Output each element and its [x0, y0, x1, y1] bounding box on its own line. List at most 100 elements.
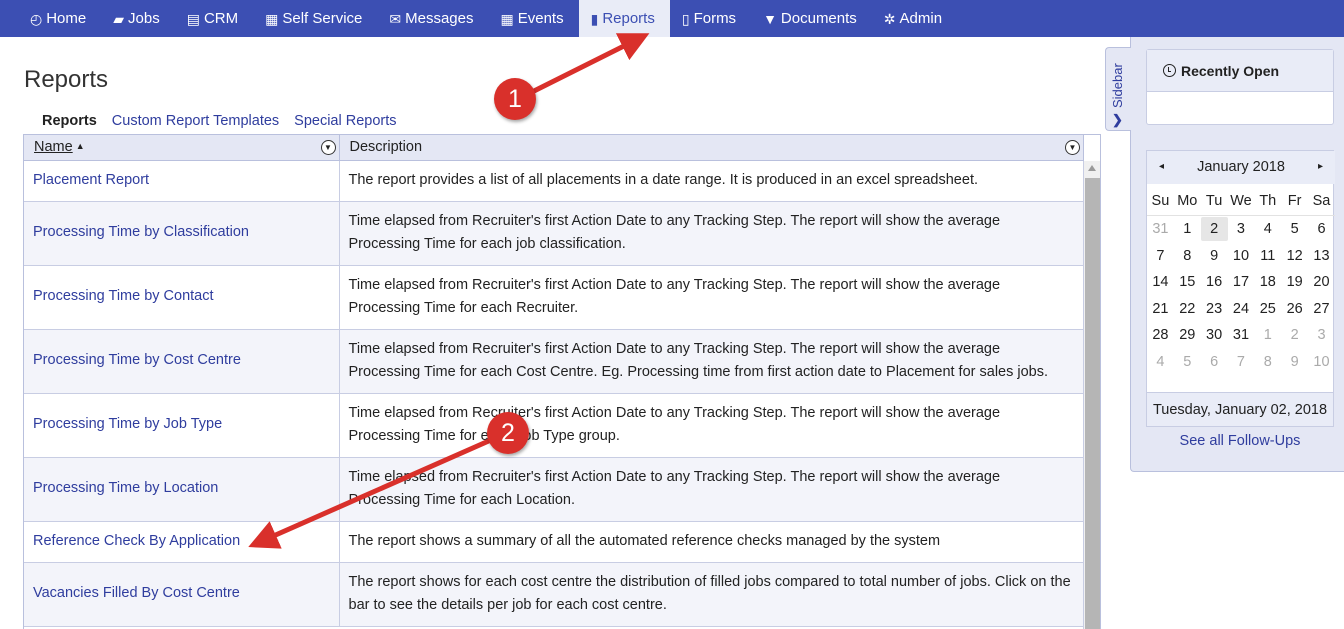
subtab-reports[interactable]: Reports — [42, 113, 97, 129]
nav-jobs[interactable]: ▰ Jobs — [101, 0, 174, 37]
calendar-day[interactable]: 9 — [1281, 354, 1308, 370]
calendar-day[interactable]: 8 — [1174, 248, 1201, 264]
nav-forms[interactable]: ▯ Forms — [670, 0, 751, 37]
calendar-day[interactable]: 17 — [1228, 274, 1255, 290]
calendar-day[interactable]: 30 — [1201, 327, 1228, 343]
calendar-day[interactable]: 23 — [1201, 301, 1228, 317]
calendar-day[interactable]: 15 — [1174, 274, 1201, 290]
calendar-day[interactable]: 7 — [1147, 248, 1174, 264]
report-link[interactable]: Processing Time by Contact — [33, 288, 214, 304]
calendar-day[interactable]: 9 — [1201, 248, 1228, 264]
nav-self-service[interactable]: ▦ Self Service — [253, 0, 377, 37]
calendar-day[interactable]: 2 — [1200, 217, 1228, 242]
nav-reports[interactable]: ▮ Reports — [578, 0, 670, 37]
recently-open-title: Recently Open — [1181, 62, 1280, 79]
funnel-icon: ▼ — [763, 10, 777, 27]
report-link[interactable]: Processing Time by Job Type — [33, 416, 222, 432]
subtab-custom-report-templates[interactable]: Custom Report Templates — [112, 113, 279, 129]
nav-messages[interactable]: ✉ Messages — [377, 0, 488, 37]
calendar-day[interactable]: 4 — [1254, 221, 1281, 237]
report-link[interactable]: Processing Time by Cost Centre — [33, 352, 241, 368]
filter-description-icon[interactable]: ▼ — [1065, 140, 1080, 155]
nav-events[interactable]: ▦ Events — [489, 0, 579, 37]
calendar-day[interactable]: 3 — [1308, 327, 1335, 343]
column-header-description: Description ▼ — [339, 135, 1084, 161]
calendar-day[interactable]: 31 — [1147, 221, 1174, 237]
calendar-day[interactable]: 10 — [1228, 248, 1255, 264]
calendar-day[interactable]: 5 — [1281, 221, 1308, 237]
calendar-day[interactable]: 11 — [1254, 248, 1281, 264]
nav-admin[interactable]: ✲ Admin — [872, 0, 957, 37]
report-link[interactable]: Processing Time by Classification — [33, 224, 249, 240]
calendar-day[interactable]: 1 — [1174, 221, 1201, 237]
recently-open-header: Recently Open — [1147, 50, 1333, 92]
nav-crm[interactable]: ▤ CRM — [175, 0, 253, 37]
calendar-day[interactable]: 10 — [1308, 354, 1335, 370]
report-name-cell: Processing Time by Cost Centre — [24, 329, 340, 394]
report-link[interactable]: Placement Report — [33, 172, 149, 188]
calendar-selected-date: Tuesday, January 02, 2018 — [1147, 392, 1333, 426]
calendar-day[interactable]: 16 — [1201, 274, 1228, 290]
calendar-day[interactable]: 12 — [1281, 248, 1308, 264]
calendar-week-row: 21 22 23 24 25 26 27 — [1147, 296, 1335, 323]
page-title: Reports — [24, 66, 109, 93]
see-all-followups-link[interactable]: See all Follow-Ups — [1146, 433, 1334, 449]
calendar-day[interactable]: 13 — [1308, 248, 1335, 264]
sort-by-name-link[interactable]: Name — [34, 139, 73, 155]
sidebar-toggle-tab[interactable]: Sidebar ❯ — [1105, 47, 1131, 131]
weekday-label: Tu — [1205, 192, 1223, 209]
calendar-day[interactable]: 7 — [1228, 354, 1255, 370]
calendar-day[interactable]: 26 — [1281, 301, 1308, 317]
calendar-week-row: 14 15 16 17 18 19 20 — [1147, 269, 1335, 296]
report-name-cell: Processing Time by Location — [24, 457, 340, 522]
folder-icon: ▰ — [113, 10, 125, 27]
report-name-cell: Vacancies Filled By Cost Centre — [24, 562, 340, 627]
sort-ascending-icon: ▲ — [75, 141, 85, 152]
mini-calendar: ◂ January 2018 ▸ Su Mo Tu We Th Fr Sa 31 1 2 3 4 5 6 7… — [1146, 150, 1335, 427]
scrollbar-thumb[interactable] — [1085, 178, 1100, 629]
next-month-arrow-icon[interactable]: ▸ — [1318, 161, 1323, 172]
report-link[interactable]: Processing Time by Location — [33, 480, 218, 496]
annotation-arrow-1 — [517, 33, 650, 101]
calendar-day[interactable]: 6 — [1308, 221, 1335, 237]
nav-documents[interactable]: ▼ Documents — [751, 0, 872, 37]
calendar-day[interactable]: 31 — [1228, 327, 1255, 343]
calendar-day[interactable]: 20 — [1308, 274, 1335, 290]
calendar-month-label: January 2018 — [1197, 159, 1285, 175]
reports-table-container: Name ▲ ▼ Description ▼ Placement Report Th… — [23, 134, 1101, 629]
calendar-day[interactable]: 28 — [1147, 327, 1174, 343]
calendar-day[interactable]: 1 — [1254, 327, 1281, 343]
calendar-day[interactable]: 24 — [1228, 301, 1255, 317]
calendar-day[interactable]: 8 — [1254, 354, 1281, 370]
sidebar-toggle-label: Sidebar — [1110, 63, 1125, 108]
calendar-day[interactable]: 5 — [1174, 354, 1201, 370]
nav-label: Jobs — [128, 10, 160, 27]
report-link[interactable]: Vacancies Filled By Cost Centre — [33, 585, 240, 601]
column-header-name[interactable]: Name ▲ ▼ — [24, 135, 340, 161]
calendar-day[interactable]: 19 — [1281, 274, 1308, 290]
calendar-day[interactable]: 27 — [1308, 301, 1335, 317]
filter-name-icon[interactable]: ▼ — [320, 140, 336, 155]
table-vertical-scrollbar[interactable] — [1083, 161, 1100, 629]
calendar-day[interactable]: 6 — [1201, 354, 1228, 370]
calendar-day[interactable]: 2 — [1281, 327, 1308, 343]
calendar-day[interactable]: 25 — [1254, 301, 1281, 317]
report-description-cell: The report shows for each cost centre th… — [339, 562, 1084, 627]
calendar-day[interactable]: 4 — [1147, 354, 1174, 370]
calendar-day[interactable]: 22 — [1174, 301, 1201, 317]
calendar-day[interactable]: 21 — [1147, 301, 1174, 317]
table-row: Processing Time by Contact Time elapsed f… — [24, 265, 1084, 330]
subtab-special-reports[interactable]: Special Reports — [294, 113, 396, 129]
calendar-day[interactable]: 3 — [1228, 221, 1255, 237]
calendar-day[interactable]: 18 — [1254, 274, 1281, 290]
nav-home[interactable]: ◴ Home — [18, 0, 101, 37]
calendar-day[interactable]: 14 — [1147, 274, 1174, 290]
calendar-day[interactable]: 29 — [1174, 327, 1201, 343]
chevron-right-icon: ❯ — [1112, 112, 1123, 127]
nav-label: Documents — [780, 10, 857, 27]
calendar-header: ◂ January 2018 ▸ — [1147, 151, 1335, 184]
report-link[interactable]: Reference Check By Application — [33, 533, 240, 549]
scroll-up-arrow-icon[interactable] — [1088, 165, 1096, 171]
table-row: Processing Time by Job Type Time elapsed … — [24, 393, 1084, 458]
annotation-badge-2: 2 — [487, 412, 529, 454]
